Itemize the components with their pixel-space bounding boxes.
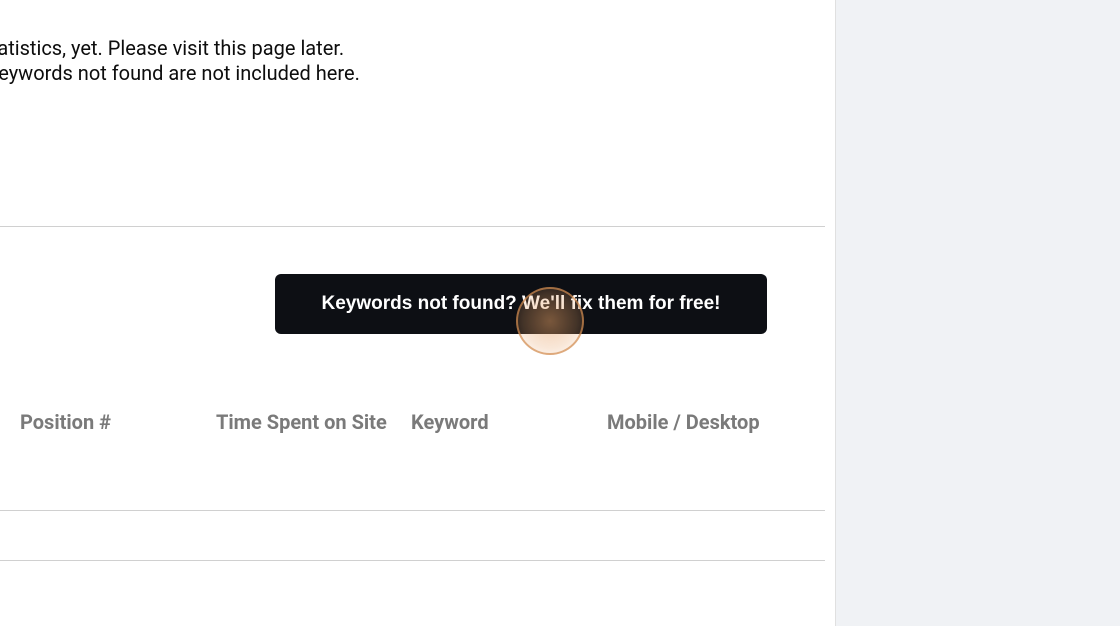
column-header-mobile-desktop: Mobile / Desktop: [607, 410, 760, 434]
table-row-divider-2: [0, 560, 825, 561]
info-line-1: are no statistics, yet. Please visit thi…: [0, 36, 360, 61]
divider-top: [0, 226, 825, 227]
column-header-position: Position #: [20, 410, 111, 434]
right-side-panel: [835, 0, 1120, 626]
main-content-area: are no statistics, yet. Please visit thi…: [0, 0, 835, 626]
column-header-keyword: Keyword: [411, 410, 489, 434]
cta-button-label: Keywords not found? We'll fix them for f…: [322, 293, 721, 315]
fix-keywords-cta-button[interactable]: Keywords not found? We'll fix them for f…: [275, 274, 767, 334]
info-message: are no statistics, yet. Please visit thi…: [0, 36, 360, 86]
info-line-2: es with keywords not found are not inclu…: [0, 61, 360, 86]
table-row-divider-1: [0, 510, 825, 511]
column-header-time-spent: Time Spent on Site: [216, 410, 387, 434]
